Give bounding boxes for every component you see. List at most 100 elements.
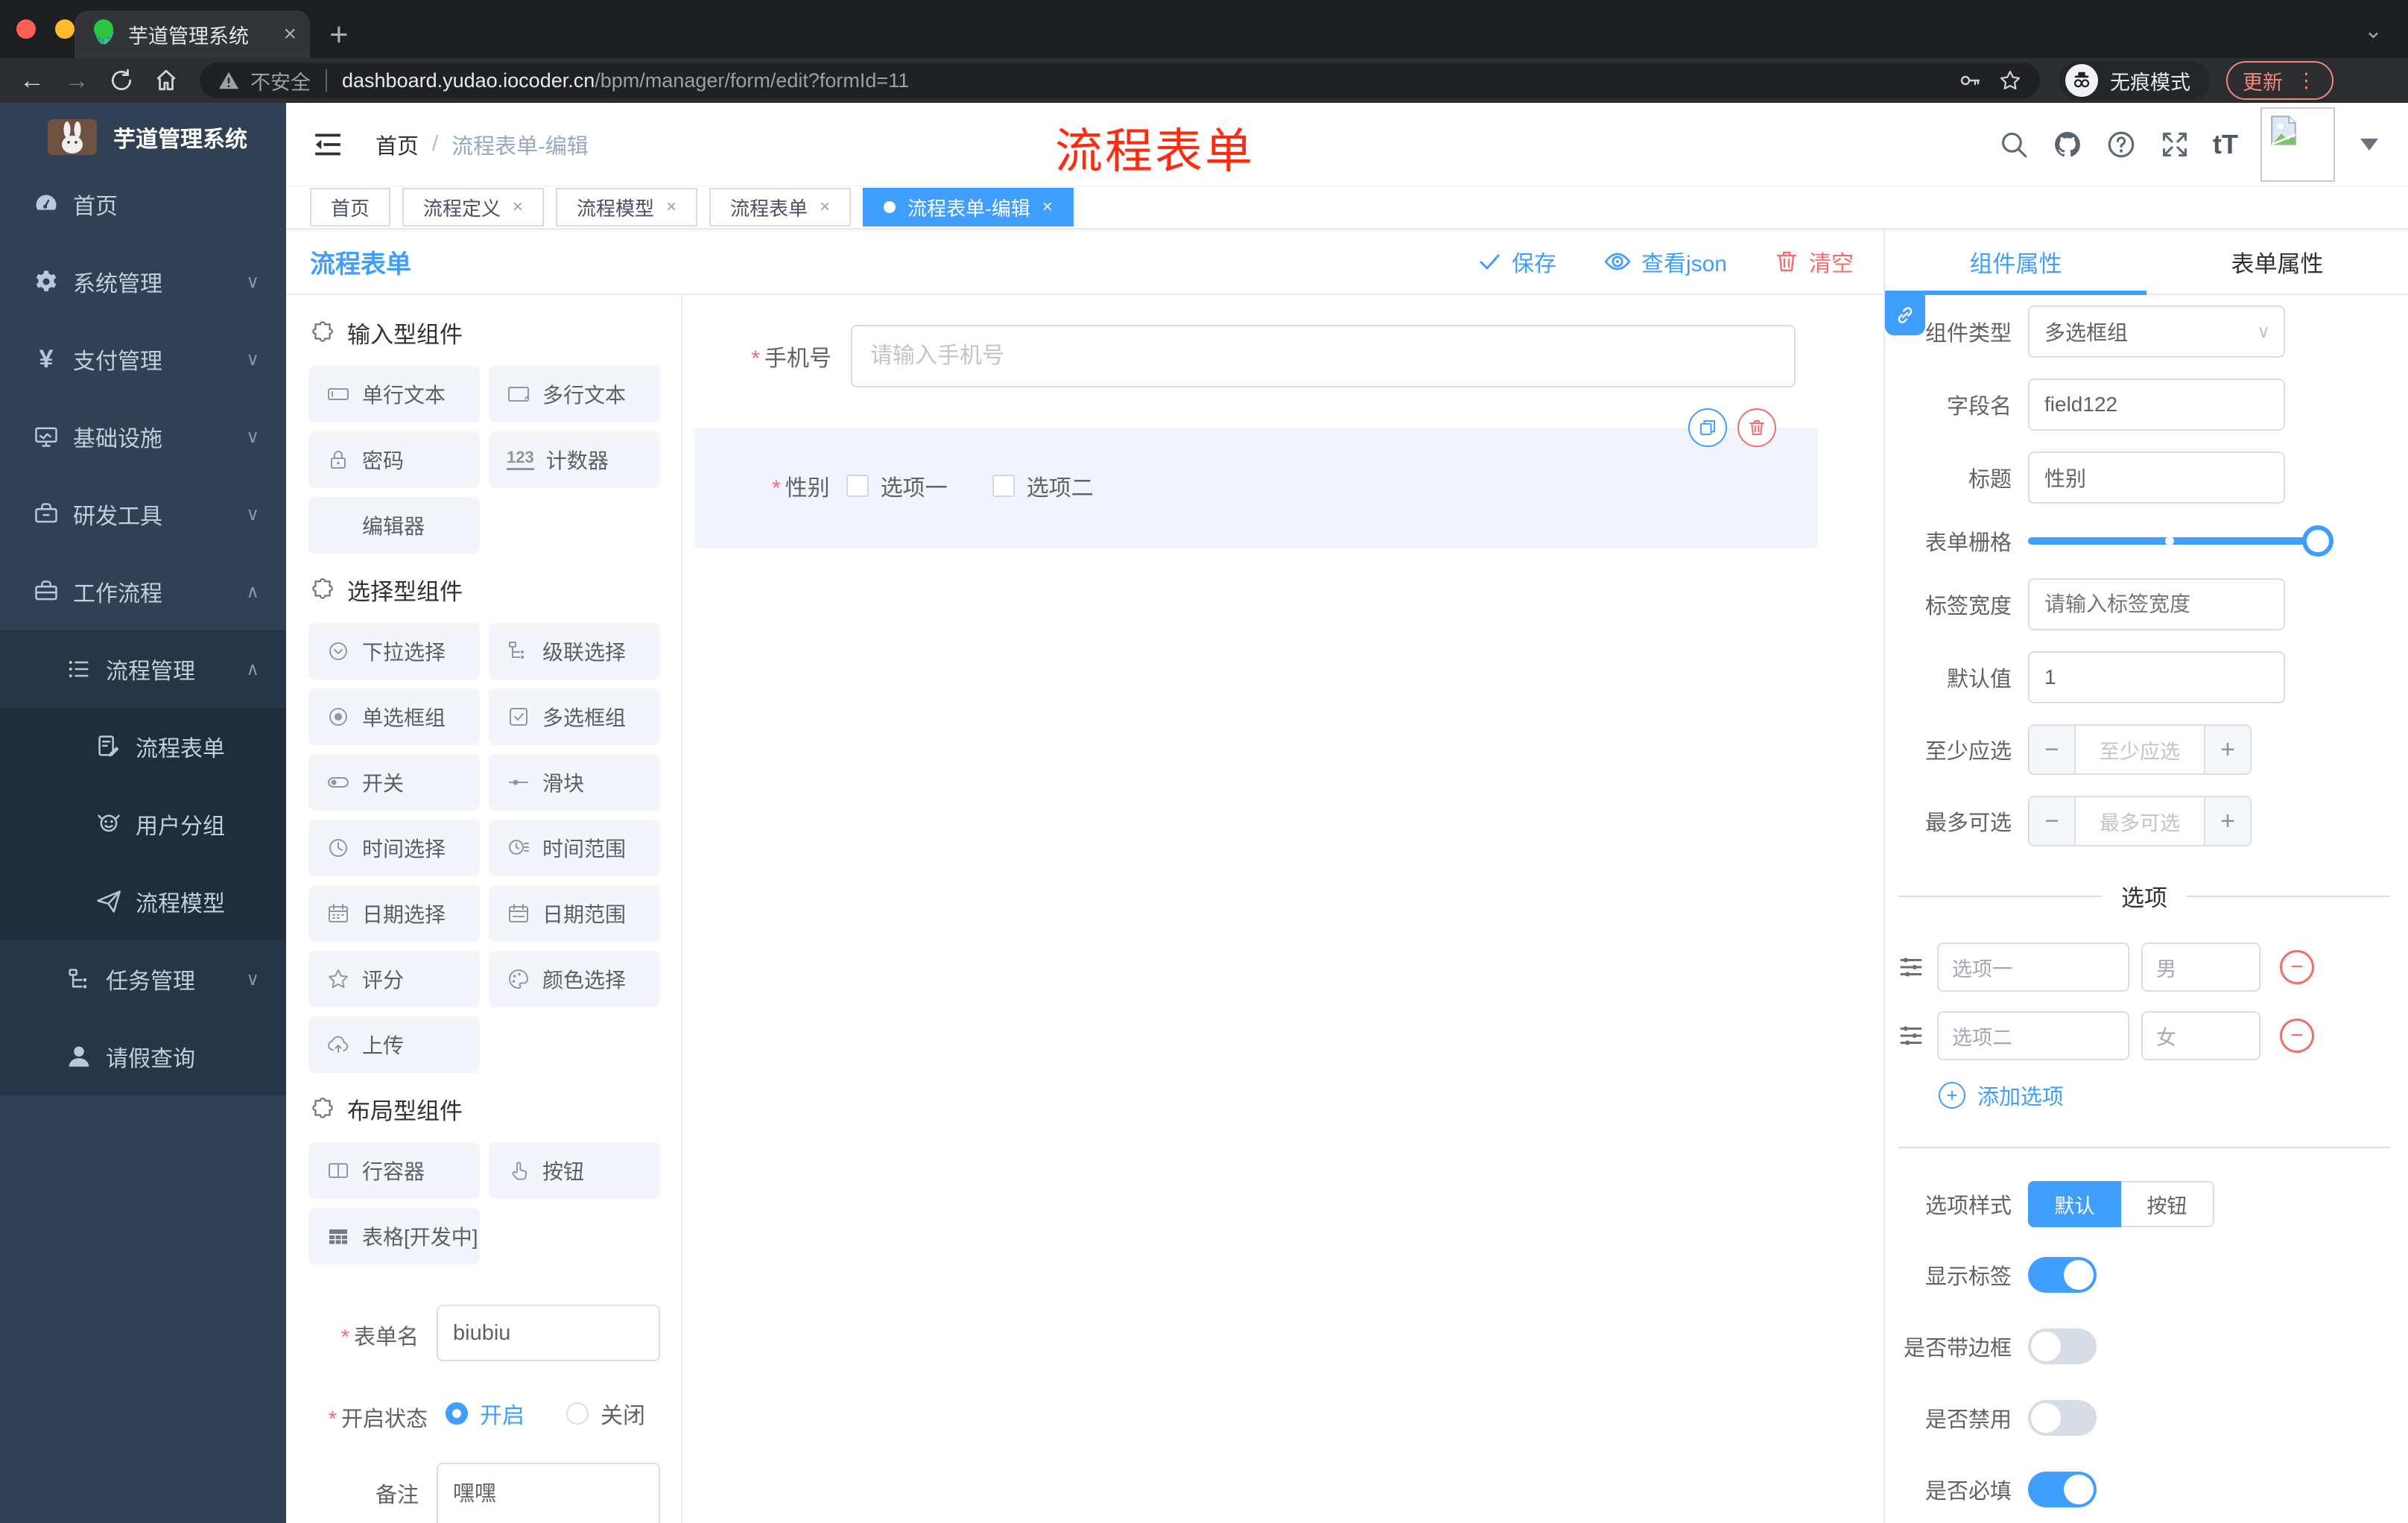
avatar[interactable] <box>2260 107 2335 182</box>
palette-item-password[interactable]: 密码 <box>308 431 480 488</box>
minimize-window-button[interactable] <box>55 19 75 39</box>
tab-close-icon[interactable]: × <box>666 197 677 218</box>
slider-track[interactable] <box>2028 537 2332 545</box>
status-off-radio[interactable]: 关闭 <box>566 1397 645 1430</box>
status-on-radio[interactable]: 开启 <box>446 1397 525 1430</box>
sidebar-item-leave-query[interactable]: 请假查询 <box>0 1018 286 1095</box>
sidebar-item-workflow[interactable]: 工作流程 ∧ <box>0 553 286 630</box>
option2-label-input[interactable] <box>1937 1011 2129 1060</box>
tab-close-icon[interactable]: × <box>513 197 523 218</box>
bookmark-star-icon[interactable] <box>1998 69 2022 92</box>
sidebar-item-system[interactable]: 系统管理 ∨ <box>0 243 286 320</box>
option2-value-input[interactable] <box>2141 1011 2260 1060</box>
view-tab-process-form[interactable]: 流程表单 × <box>709 188 852 227</box>
title-input[interactable] <box>2028 452 2285 504</box>
add-option-button[interactable]: + 添加选项 <box>1939 1080 2408 1111</box>
gender-option2-checkbox[interactable]: 选项二 <box>992 469 1094 502</box>
stepper-plus-button[interactable]: + <box>2204 797 2250 845</box>
stepper-plus-button[interactable]: + <box>2204 726 2250 773</box>
palette-item-select[interactable]: 下拉选择 <box>308 623 480 680</box>
sidebar-collapse-icon[interactable] <box>313 130 343 159</box>
label-width-input[interactable] <box>2028 578 2285 630</box>
view-tab-process-form-edit[interactable]: 流程表单-编辑 × <box>863 188 1074 227</box>
sidebar-item-devtools[interactable]: 研发工具 ∨ <box>0 475 286 553</box>
remove-option-button[interactable]: − <box>2280 950 2314 984</box>
palette-item-button[interactable]: 按钮 <box>489 1142 660 1199</box>
browser-menu-dots-icon[interactable]: ⋮ <box>2296 69 2317 92</box>
palette-item-counter[interactable]: 123 计数器 <box>489 431 660 488</box>
sidebar-logo[interactable]: 芋道管理系统 <box>0 103 286 165</box>
min-select-stepper[interactable]: − 至少应选 + <box>2028 724 2252 775</box>
window-controls[interactable] <box>16 19 113 39</box>
tab-close-icon[interactable]: × <box>283 22 297 47</box>
palette-item-textarea[interactable]: 多行文本 <box>489 366 660 422</box>
palette-item-color-picker[interactable]: 颜色选择 <box>489 951 660 1007</box>
close-window-button[interactable] <box>16 19 36 39</box>
palette-item-checkbox-group[interactable]: 多选框组 <box>489 688 660 745</box>
palette-item-row-container[interactable]: 行容器 <box>308 1142 480 1199</box>
palette-item-cascader[interactable]: 级联选择 <box>489 623 660 680</box>
reload-icon[interactable] <box>109 68 134 93</box>
palette-item-time-range[interactable]: 时间范围 <box>489 820 660 876</box>
phone-field-row[interactable]: * 手机号 <box>682 325 1883 387</box>
palette-item-radio-group[interactable]: 单选框组 <box>308 688 480 745</box>
view-json-button[interactable]: 查看json <box>1604 245 1727 278</box>
sidebar-item-process-mgmt[interactable]: 流程管理 ∧ <box>0 630 286 708</box>
stepper-minus-button[interactable]: − <box>2030 726 2076 773</box>
palette-item-time-picker[interactable]: 时间选择 <box>308 820 480 876</box>
slider-handle[interactable] <box>2302 525 2333 557</box>
new-tab-button[interactable]: + <box>329 16 349 58</box>
home-icon[interactable] <box>153 68 179 93</box>
tab-search-chevron-icon[interactable]: ⌄ <box>2364 18 2383 44</box>
github-icon[interactable] <box>2052 129 2083 160</box>
security-label[interactable]: 不安全 <box>250 66 311 95</box>
breadcrumb-home[interactable]: 首页 <box>376 129 419 160</box>
link-tag-button[interactable] <box>1885 295 1925 335</box>
style-button-button[interactable]: 按钮 <box>2121 1181 2214 1227</box>
view-tab-process-model[interactable]: 流程模型 × <box>556 188 698 227</box>
required-toggle[interactable] <box>2028 1472 2097 1507</box>
gender-option1-checkbox[interactable]: 选项一 <box>846 469 948 502</box>
search-icon[interactable] <box>1998 129 2030 160</box>
font-size-icon[interactable]: tT <box>2213 129 2238 160</box>
fullscreen-icon[interactable] <box>2159 129 2190 160</box>
sidebar-item-process-form[interactable]: 流程表单 <box>0 708 286 785</box>
palette-item-slider[interactable]: 滑块 <box>489 754 660 811</box>
stepper-minus-button[interactable]: − <box>2030 797 2076 845</box>
copy-component-button[interactable] <box>1688 408 1727 447</box>
forward-icon[interactable]: → <box>64 66 89 95</box>
view-tab-home[interactable]: 首页 <box>310 188 391 227</box>
back-icon[interactable]: ← <box>19 66 45 95</box>
delete-component-button[interactable] <box>1737 408 1776 447</box>
tab-close-icon[interactable]: × <box>820 197 830 218</box>
sidebar-item-process-model[interactable]: 流程模型 <box>0 863 286 940</box>
sidebar-item-infra[interactable]: 基础设施 ∨ <box>0 398 286 475</box>
max-select-stepper[interactable]: − 最多可选 + <box>2028 796 2252 846</box>
clear-button[interactable]: 清空 <box>1775 245 1854 278</box>
palette-item-date-range[interactable]: 日期范围 <box>489 885 660 942</box>
browser-update-button[interactable]: 更新 ⋮ <box>2226 61 2333 100</box>
default-value-input[interactable] <box>2028 651 2285 703</box>
field-name-input[interactable] <box>2028 379 2285 431</box>
has-border-toggle[interactable] <box>2028 1329 2097 1364</box>
update-label[interactable]: 更新 <box>2243 66 2283 95</box>
sidebar-item-user-group[interactable]: 用户分组 <box>0 785 286 863</box>
tab-form-props[interactable]: 表单属性 <box>2146 229 2408 294</box>
password-key-icon[interactable] <box>1958 69 1982 92</box>
form-canvas[interactable]: * 手机号 请输入手机号 * 性别 选项一 选项二 <box>682 295 1883 1523</box>
help-icon[interactable] <box>2106 129 2137 160</box>
form-remark-textarea[interactable]: 嘿嘿 <box>437 1463 660 1523</box>
remove-option-button[interactable]: − <box>2280 1019 2314 1053</box>
option1-label-input[interactable] <box>1937 943 2129 992</box>
palette-item-table[interactable]: 表格[开发中] <box>308 1208 480 1264</box>
palette-item-editor[interactable]: 编辑器 <box>308 497 480 554</box>
tab-close-icon[interactable]: × <box>1042 197 1053 218</box>
view-tab-process-def[interactable]: 流程定义 × <box>402 188 545 227</box>
selected-component-gender[interactable]: * 性别 选项一 选项二 <box>694 408 1818 548</box>
tab-component-props[interactable]: 组件属性 <box>1885 229 2146 294</box>
save-button[interactable]: 保存 <box>1477 245 1556 278</box>
component-type-select[interactable]: 多选框组 ∨ <box>2028 305 2285 358</box>
palette-item-single-text[interactable]: 单行文本 <box>308 366 480 422</box>
sidebar-item-task-mgmt[interactable]: 任务管理 ∨ <box>0 940 286 1018</box>
url-bar[interactable]: 不安全 dashboard.yudao.iocoder.cn/bpm/manag… <box>200 63 2040 98</box>
